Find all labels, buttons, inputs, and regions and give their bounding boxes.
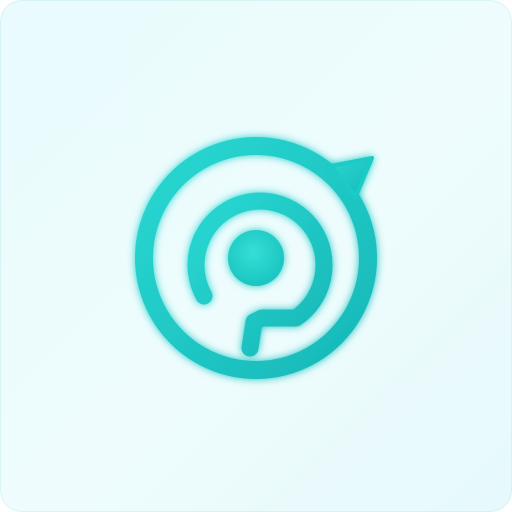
- center-dot: [228, 230, 284, 286]
- chat-bubble-target-logo-icon: [135, 137, 377, 379]
- app-icon-tile: [0, 0, 512, 512]
